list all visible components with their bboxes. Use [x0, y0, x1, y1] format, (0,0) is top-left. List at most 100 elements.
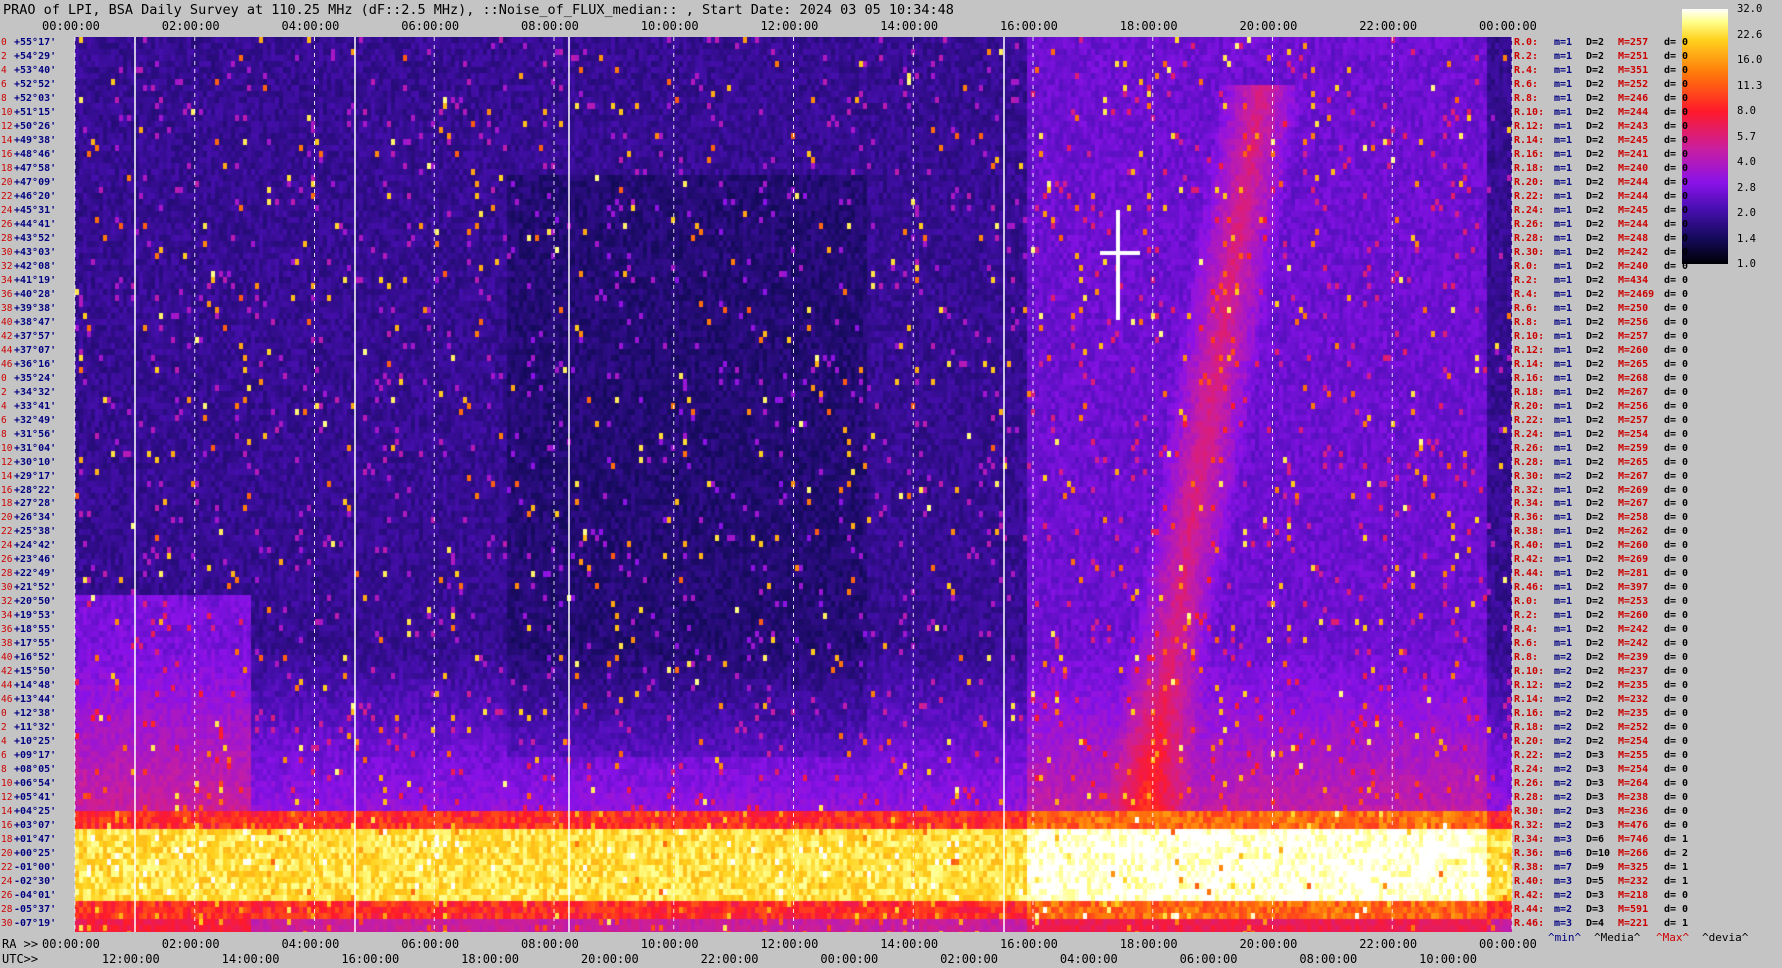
row-stat-min: m=1 [1554, 554, 1573, 566]
row-stat-devia: d= 0 [1664, 540, 1689, 552]
row-stat-range: R.12: [1514, 344, 1545, 356]
row-stat-median: D=4 [1586, 918, 1605, 930]
row-stat-median: D=2 [1586, 470, 1605, 482]
row-index-label: 2 [1, 50, 7, 62]
row-stat-median: D=3 [1586, 778, 1605, 790]
row-stat-median: D=2 [1586, 120, 1605, 132]
row-stat-range: R.24: [1514, 204, 1545, 216]
row-stat-max: M=242 [1618, 246, 1649, 258]
row-stat-range: R.30: [1514, 806, 1545, 818]
row-stat-devia: d= 0 [1664, 344, 1689, 356]
row-stat-max: M=281 [1618, 568, 1649, 580]
row-stat-range: R.32: [1514, 820, 1545, 832]
declination-label: +28°22' [14, 484, 57, 496]
row-stat-range: R.8: [1514, 316, 1539, 328]
row-stat-devia: d= 0 [1664, 302, 1689, 314]
row-index-label: 38 [1, 302, 13, 314]
row-stat-devia: d= 1 [1664, 918, 1689, 930]
row-stat-median: D=2 [1586, 218, 1605, 230]
row-stat-median: D=2 [1586, 694, 1605, 706]
row-index-label: 16 [1, 484, 13, 496]
declination-label: +10°25' [14, 736, 57, 748]
row-stat-max: M=251 [1618, 50, 1649, 62]
row-index-label: 0 [1, 708, 7, 720]
row-stat-range: R.20: [1514, 400, 1545, 412]
row-stat-min: m=1 [1554, 232, 1573, 244]
row-stat-range: R.14: [1514, 134, 1545, 146]
declination-label: +33°41' [14, 400, 57, 412]
row-stat-min: m=2 [1554, 890, 1573, 902]
top-axis-tick: 20:00:00 [1239, 19, 1298, 33]
ra-axis-tick: 20:00:00 [1239, 937, 1298, 951]
row-stat-range: R.30: [1514, 470, 1545, 482]
row-stat-max: M=254 [1618, 764, 1649, 776]
row-stat-min: m=2 [1554, 722, 1573, 734]
row-stat-devia: d= 0 [1664, 330, 1689, 342]
row-stat-max: M=267 [1618, 470, 1649, 482]
row-stat-range: R.42: [1514, 554, 1545, 566]
row-stat-min: m=2 [1554, 708, 1573, 720]
row-stat-devia: d= 0 [1664, 610, 1689, 622]
row-stat-median: D=2 [1586, 554, 1605, 566]
declination-label: +50°26' [14, 120, 57, 132]
row-index-label: 2 [1, 386, 7, 398]
row-index-label: 38 [1, 638, 13, 650]
row-stat-devia: d= 0 [1664, 428, 1689, 440]
row-stat-max: M=235 [1618, 680, 1649, 692]
row-stat-range: R.28: [1514, 792, 1545, 804]
row-stat-median: D=2 [1586, 50, 1605, 62]
row-stat-range: R.20: [1514, 736, 1545, 748]
colorbar-tick: 4.0 [1737, 156, 1756, 168]
row-stat-median: D=2 [1586, 134, 1605, 146]
row-stat-range: R.34: [1514, 834, 1545, 846]
row-stat-devia: d= 0 [1664, 260, 1689, 272]
declination-label: +38°47' [14, 316, 57, 328]
row-stat-range: R.8: [1514, 652, 1539, 664]
row-stat-min: m=1 [1554, 302, 1573, 314]
row-stat-range: R.12: [1514, 680, 1545, 692]
ra-axis-tick: 04:00:00 [281, 937, 340, 951]
row-stat-min: m=1 [1554, 540, 1573, 552]
declination-label: +16°52' [14, 652, 57, 664]
row-stat-devia: d= 0 [1664, 708, 1689, 720]
row-stat-range: R.32: [1514, 484, 1545, 496]
row-stat-max: M=238 [1618, 792, 1649, 804]
row-stat-min: m=3 [1554, 834, 1573, 846]
row-stat-range: R.44: [1514, 568, 1545, 580]
row-index-label: 12 [1, 120, 13, 132]
row-stat-max: M=262 [1618, 526, 1649, 538]
row-index-label: 40 [1, 652, 13, 664]
row-stat-range: R.4: [1514, 64, 1539, 76]
row-stat-range: R.4: [1514, 624, 1539, 636]
row-index-label: 42 [1, 666, 13, 678]
row-stat-min: m=1 [1554, 372, 1573, 384]
row-stat-devia: d= 0 [1664, 764, 1689, 776]
row-stat-min: m=7 [1554, 862, 1573, 874]
row-stat-devia: d= 0 [1664, 456, 1689, 468]
top-axis-tick: 06:00:00 [401, 19, 460, 33]
row-stat-median: D=2 [1586, 204, 1605, 216]
row-stat-median: D=2 [1586, 288, 1605, 300]
row-stat-min: m=6 [1554, 848, 1573, 860]
row-stat-min: m=1 [1554, 484, 1573, 496]
declination-label: +31°56' [14, 428, 57, 440]
row-stat-max: M=241 [1618, 148, 1649, 160]
row-stat-range: R.2: [1514, 274, 1539, 286]
row-stat-min: m=2 [1554, 904, 1573, 916]
row-stat-range: R.6: [1514, 302, 1539, 314]
row-index-label: 10 [1, 442, 13, 454]
row-index-label: 26 [1, 890, 13, 902]
row-stat-max: M=240 [1618, 260, 1649, 272]
row-stat-min: m=1 [1554, 344, 1573, 356]
utc-axis-tick: 02:00:00 [940, 952, 998, 966]
row-index-label: 20 [1, 176, 13, 188]
declination-label: +55°17' [14, 37, 57, 48]
row-stat-max: M=258 [1618, 512, 1649, 524]
row-stat-median: D=2 [1586, 526, 1605, 538]
row-stat-max: M=244 [1618, 106, 1649, 118]
row-stat-median: D=2 [1586, 260, 1605, 272]
row-stat-median: D=2 [1586, 680, 1605, 692]
row-stat-range: R.36: [1514, 512, 1545, 524]
row-index-label: 18 [1, 162, 13, 174]
row-index-label: 6 [1, 750, 7, 762]
